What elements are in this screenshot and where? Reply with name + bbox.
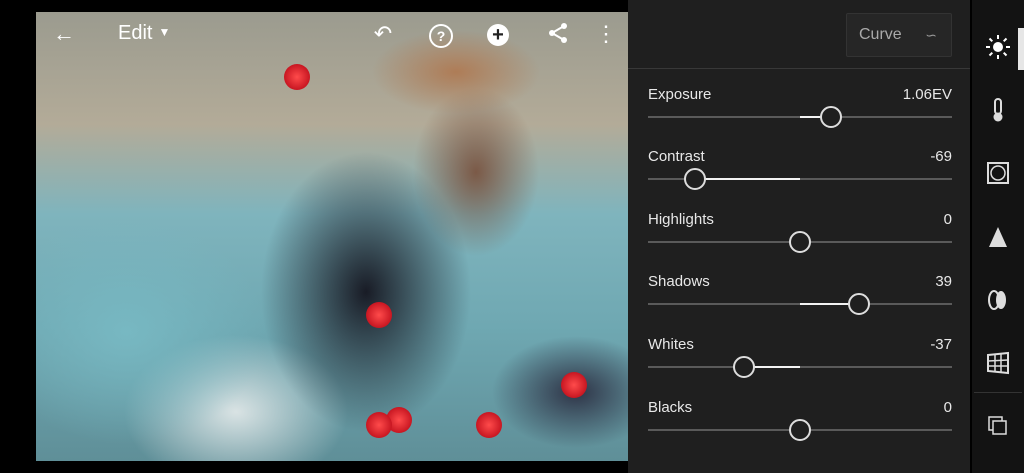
slider-row-whites: Whites -37	[648, 336, 952, 392]
caret-down-icon: ▼	[158, 25, 171, 39]
slider-track[interactable]	[648, 419, 952, 441]
slider-label: Whites	[648, 336, 694, 353]
slider-track[interactable]	[648, 356, 952, 378]
slider-row-shadows: Shadows 39	[648, 273, 952, 329]
optics-lens-icon[interactable]	[984, 288, 1012, 316]
slider-thumb[interactable]	[789, 419, 811, 441]
more-vertical-icon[interactable]: ⋮	[592, 22, 620, 46]
slider-row-blacks: Blacks 0	[648, 399, 952, 455]
slider-value: 0	[943, 211, 952, 228]
share-icon[interactable]	[544, 22, 572, 49]
slider-label: Highlights	[648, 211, 714, 228]
presets-stack-icon[interactable]	[984, 414, 1012, 442]
color-thermometer-icon[interactable]	[984, 97, 1012, 125]
edit-title: Edit	[118, 22, 153, 44]
edit-menu[interactable]: Edit ▼	[118, 22, 170, 45]
curve-label: Curve	[859, 26, 902, 43]
slider-row-contrast: Contrast -69	[648, 148, 952, 204]
slider-label: Shadows	[648, 273, 710, 290]
slider-track[interactable]	[648, 293, 952, 315]
back-arrow-icon[interactable]: ←	[50, 22, 78, 46]
panel-divider	[628, 68, 970, 69]
slider-value: 1.06EV	[902, 86, 952, 103]
slider-value: 39	[935, 273, 952, 290]
slider-value: -69	[930, 148, 952, 165]
effects-vignette-icon[interactable]	[984, 161, 1012, 189]
rail-divider	[974, 392, 1022, 393]
curve-icon: ∽	[925, 27, 937, 43]
slider-thumb[interactable]	[820, 106, 843, 128]
add-icon[interactable]: +	[484, 22, 512, 46]
active-tool-indicator	[1018, 28, 1024, 70]
slider-row-exposure: Exposure 1.06EV	[648, 86, 952, 142]
slider-label: Contrast	[648, 148, 705, 165]
curve-button[interactable]: Curve ∽	[846, 13, 952, 57]
slider-value: -37	[930, 336, 952, 353]
top-toolbar: ← Edit ▼ ↶ ? + ⋮	[36, 12, 628, 56]
light-icon[interactable]	[984, 34, 1012, 62]
slider-value: 0	[943, 399, 952, 416]
slider-track[interactable]	[648, 231, 952, 253]
slider-thumb[interactable]	[789, 231, 811, 253]
slider-track[interactable]	[648, 106, 952, 128]
slider-thumb[interactable]	[684, 168, 707, 190]
undo-icon[interactable]: ↶	[369, 22, 397, 46]
slider-label: Exposure	[648, 86, 712, 103]
slider-track[interactable]	[648, 168, 952, 190]
photo-canvas[interactable]	[36, 12, 628, 461]
slider-thumb[interactable]	[848, 293, 871, 315]
slider-label: Blacks	[648, 399, 693, 416]
geometry-grid-icon[interactable]	[984, 351, 1012, 379]
slider-thumb[interactable]	[732, 356, 755, 378]
detail-triangle-icon[interactable]	[984, 225, 1012, 253]
help-icon[interactable]: ?	[427, 22, 455, 48]
slider-row-highlights: Highlights 0	[648, 211, 952, 267]
slider-fill	[695, 178, 800, 180]
